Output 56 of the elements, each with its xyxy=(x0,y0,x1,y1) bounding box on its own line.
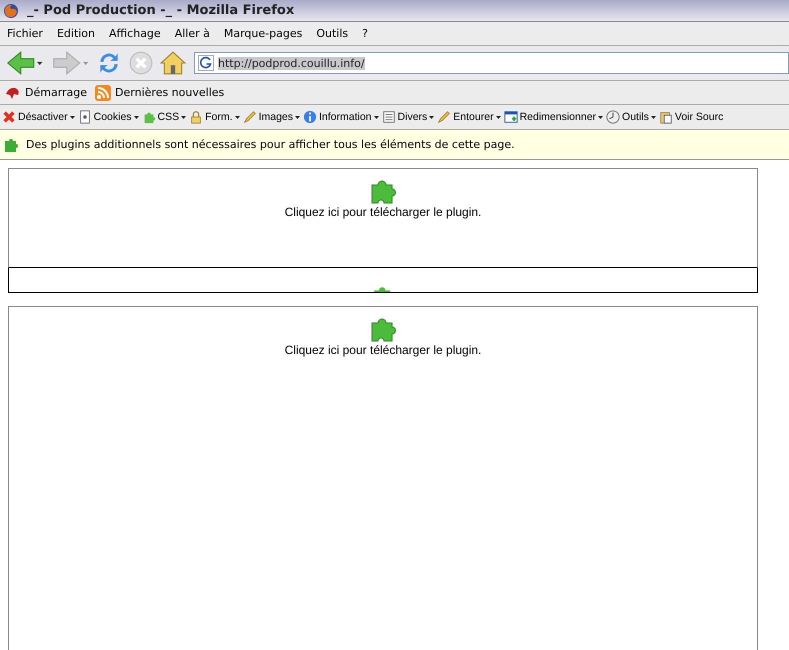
menu-item[interactable]: ? xyxy=(355,27,375,40)
caret-icon xyxy=(496,116,501,118)
forward-arrow-icon[interactable] xyxy=(50,50,90,76)
caret-icon xyxy=(181,116,186,118)
toolbar-menu[interactable]: Information xyxy=(303,110,379,124)
info-icon xyxy=(303,110,317,124)
toolbar-menu[interactable]: Entourer xyxy=(437,110,501,124)
document-icon xyxy=(78,110,92,124)
toolbar-menu[interactable]: Images xyxy=(242,110,300,124)
menu-item[interactable]: Outils xyxy=(309,27,356,40)
caret-icon xyxy=(650,116,656,118)
toolbar-menu[interactable]: Outils xyxy=(606,110,656,124)
window-title: _- Pod Production -_ - Mozilla Firefox xyxy=(27,3,294,18)
window-icon xyxy=(504,110,518,124)
menu-item[interactable]: Fichier xyxy=(0,27,50,40)
caret-icon xyxy=(234,116,240,118)
toolbar-menu[interactable]: Voir Sourc xyxy=(658,110,724,124)
menu-item[interactable]: Marque-pages xyxy=(216,27,310,40)
url-text: http://podprod.couillu.info/ xyxy=(218,56,365,70)
toolbar-menu[interactable]: Divers xyxy=(382,110,434,124)
toolbar-menu[interactable]: Form. xyxy=(189,110,240,124)
caret-icon xyxy=(374,116,379,118)
site-icon xyxy=(198,55,214,71)
caret-icon xyxy=(134,116,139,118)
list-icon xyxy=(382,110,396,124)
toolbar-menu[interactable]: CSS xyxy=(142,110,186,124)
pencil-icon xyxy=(242,110,257,124)
pencil-icon xyxy=(437,110,452,124)
caret-icon xyxy=(70,116,75,118)
notification-text: Des plugins additionnels sont nécessaires pour afficher tous les éléments de cette page. xyxy=(26,138,515,151)
plugin-placeholder[interactable] xyxy=(8,268,758,293)
caret-icon xyxy=(295,116,300,118)
cross-icon xyxy=(2,110,16,124)
bookmark-item[interactable]: Dernières nouvelles xyxy=(95,84,224,100)
caret-icon xyxy=(429,116,434,118)
puzzle-icon xyxy=(142,110,156,124)
bookmark-item[interactable]: Démarrage xyxy=(5,84,88,100)
clipboard-icon xyxy=(658,110,673,124)
toolbar-menu[interactable]: Désactiver xyxy=(2,110,75,124)
toolbar-menu[interactable]: Redimensionner xyxy=(504,110,604,124)
menu-item[interactable]: Edition xyxy=(50,27,102,40)
globe-icon xyxy=(3,2,19,18)
menu-item[interactable]: Affichage xyxy=(102,27,168,40)
plugin-placeholder[interactable]: Cliquez ici pour télécharger le plugin. xyxy=(8,168,758,268)
back-arrow-icon[interactable] xyxy=(4,50,44,76)
puzzle-icon xyxy=(4,136,20,152)
clock-icon xyxy=(606,110,620,124)
rss-icon xyxy=(95,84,112,100)
caret-icon xyxy=(598,116,604,118)
toolbar-menu[interactable]: Cookies xyxy=(78,110,139,124)
stop-icon[interactable] xyxy=(128,50,154,76)
home-icon[interactable] xyxy=(160,50,186,76)
address-field[interactable]: http://podprod.couillu.info/ xyxy=(194,52,789,74)
menu-item[interactable]: Aller à xyxy=(168,27,217,40)
lock-icon xyxy=(189,110,204,124)
plugin-placeholder[interactable]: Cliquez ici pour télécharger le plugin. xyxy=(8,306,758,650)
